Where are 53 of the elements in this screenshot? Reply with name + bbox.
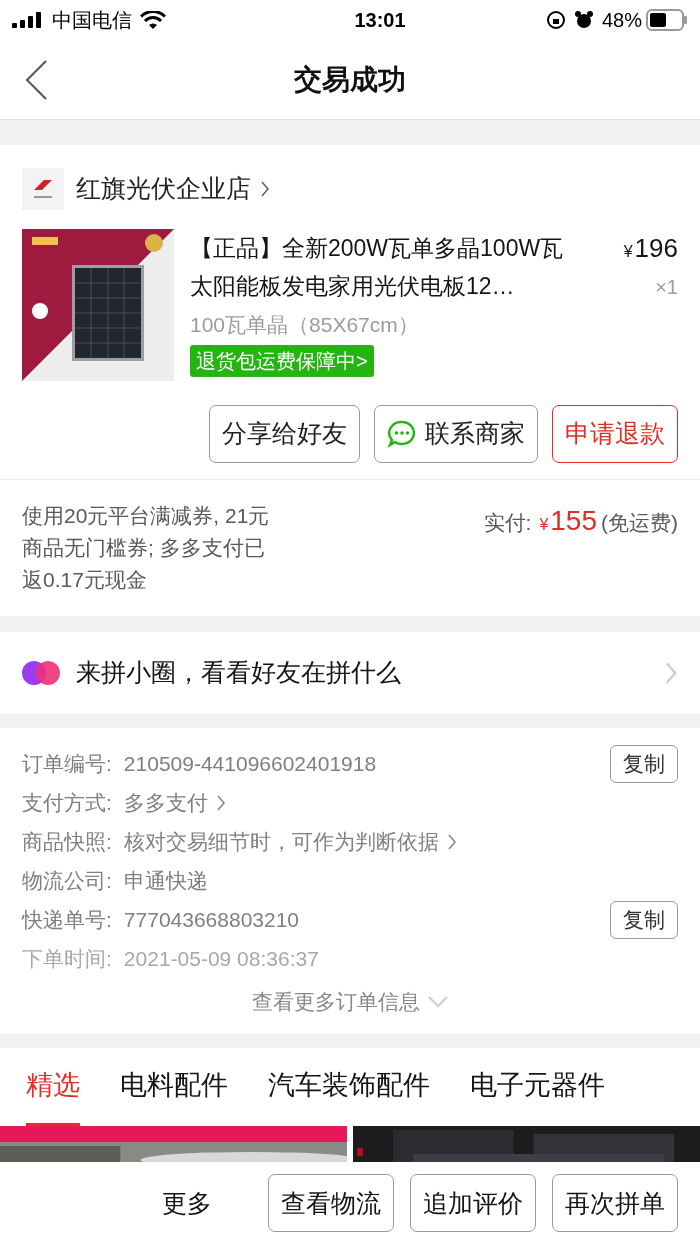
contact-seller-button[interactable]: 联系商家	[374, 405, 538, 463]
info-value: 多多支付	[123, 789, 208, 816]
info-label: 支付方式:	[22, 789, 112, 816]
info-value: 核对交易细节时，可作为判断依据	[123, 828, 439, 855]
product-quantity: ×1	[655, 275, 678, 300]
refund-button[interactable]: 申请退款	[552, 405, 678, 463]
chevron-right-icon	[446, 833, 457, 850]
clock-time: 13:01	[353, 8, 406, 33]
copy-button[interactable]: 复制	[610, 900, 678, 939]
more-info-link[interactable]: 查看更多订单信息	[252, 986, 448, 1018]
paid-label: 实付:	[483, 510, 532, 536]
category-tab[interactable]: 汽车装饰配件	[268, 1047, 430, 1126]
action-button[interactable]: 查看物流	[268, 1174, 394, 1233]
wifi-icon	[140, 11, 166, 29]
info-value: 申通快递	[123, 867, 208, 894]
product-price: ¥196	[623, 232, 678, 265]
product-title: 【正品】全新200W瓦单多晶100W瓦太阳能板发电家用光伏电板12…	[190, 234, 565, 301]
info-label: 商品快照:	[22, 828, 112, 855]
back-button[interactable]	[24, 60, 48, 100]
chat-bubble-icon	[387, 419, 417, 449]
more-button[interactable]: 更多	[162, 1184, 212, 1222]
store-name-link[interactable]: 红旗光伏企业店	[76, 170, 271, 208]
rotation-lock-icon	[545, 10, 566, 30]
friend-circle-row[interactable]: 来拼小圈，看看好友在拼什么	[0, 632, 700, 714]
category-tab[interactable]: 电子元器件	[470, 1047, 605, 1126]
chevron-right-icon	[259, 181, 271, 197]
payment-note: 使用20元平台满减券, 21元商品无门槛券; 多多支付已返0.17元现金	[22, 503, 271, 593]
info-value: 2021-05-09 08:36:37	[123, 945, 319, 972]
copy-button[interactable]: 复制	[610, 744, 678, 783]
share-button[interactable]: 分享给好友	[209, 405, 360, 463]
category-tab[interactable]: 电料配件	[120, 1047, 228, 1126]
info-label: 快递单号:	[22, 906, 112, 933]
signal-icon	[12, 12, 44, 28]
shipping-note: (免运费)	[601, 510, 678, 536]
info-label: 物流公司:	[22, 867, 112, 894]
circles-icon	[22, 660, 60, 686]
chevron-right-icon	[215, 794, 226, 811]
battery-percent: 48%	[601, 8, 642, 33]
info-value: 210509-441096602401918	[123, 750, 377, 777]
battery-icon	[646, 9, 688, 31]
action-button[interactable]: 再次拼单	[552, 1174, 678, 1233]
info-value: 777043668803210	[123, 906, 300, 933]
chevron-right-icon	[664, 661, 678, 685]
action-button[interactable]: 追加评价	[410, 1174, 536, 1233]
chevron-down-icon	[428, 995, 448, 1008]
info-label: 订单编号:	[22, 750, 112, 777]
carrier-name: 中国电信	[52, 8, 132, 33]
paid-amount: ¥155	[539, 504, 597, 538]
store-logo-icon	[22, 168, 64, 210]
product-spec: 100瓦单晶（85X67cm）	[190, 312, 420, 338]
page-title: 交易成功	[294, 62, 406, 97]
info-label: 下单时间:	[22, 945, 112, 972]
back-icon	[24, 60, 48, 100]
